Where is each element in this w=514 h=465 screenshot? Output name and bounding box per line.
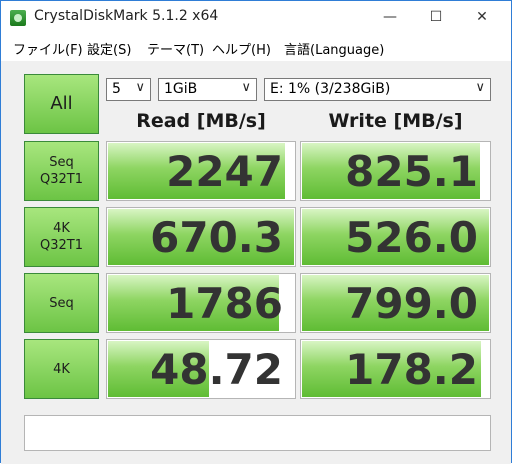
test-label-line2: Q32T1 — [40, 172, 83, 187]
seq-q32t1-button[interactable]: Seq Q32T1 — [24, 141, 99, 201]
chevron-down-icon: ∨ — [241, 80, 251, 95]
test-label-line1: 4K — [53, 361, 70, 377]
drive-select[interactable]: E: 1% (3/238GiB) ∨ — [264, 78, 491, 101]
test-label-line1: Seq — [49, 155, 74, 170]
test-count-value: 5 — [112, 81, 121, 97]
app-disk-icon — [10, 10, 26, 26]
menu-bar: ファイル(F) 設定(S) テーマ(T) ヘルプ(H) 言語(Language) — [1, 34, 511, 61]
write-value: 526.0 — [345, 213, 478, 262]
menu-help[interactable]: ヘルプ(H) — [212, 39, 271, 58]
menu-theme[interactable]: テーマ(T) — [147, 39, 204, 58]
test-label-line1: 4K — [53, 221, 70, 236]
app-window: CrystalDiskMark 5.1.2 x64 — ☐ ✕ ファイル(F) … — [0, 0, 512, 464]
menu-language[interactable]: 言語(Language) — [284, 39, 384, 58]
write-result-4k: 178.2 — [300, 339, 491, 399]
write-value: 178.2 — [345, 345, 478, 394]
read-header: Read [MB/s] — [136, 110, 266, 132]
test-size-value: 1GiB — [164, 81, 198, 97]
read-result-4k: 48.72 — [106, 339, 296, 399]
write-value: 799.0 — [345, 279, 478, 328]
seq-button[interactable]: Seq — [24, 273, 99, 333]
read-result-seq: 1786 — [106, 273, 296, 333]
read-value: 48.72 — [150, 345, 283, 394]
write-header: Write [MB/s] — [328, 110, 463, 132]
write-result-seq-q32t1: 825.1 — [300, 141, 491, 201]
test-count-select[interactable]: 5 ∨ — [106, 78, 151, 101]
test-label-line1: Seq — [49, 295, 74, 311]
menu-settings[interactable]: 設定(S) — [87, 39, 131, 58]
chevron-down-icon: ∨ — [135, 80, 145, 95]
read-value: 670.3 — [150, 213, 283, 262]
write-value: 825.1 — [345, 147, 478, 196]
test-label-line2: Q32T1 — [40, 238, 83, 253]
close-button[interactable]: ✕ — [459, 1, 505, 34]
read-value: 2247 — [166, 147, 283, 196]
4k-q32t1-button[interactable]: 4K Q32T1 — [24, 207, 99, 267]
test-size-select[interactable]: 1GiB ∨ — [158, 78, 257, 101]
4k-button[interactable]: 4K — [24, 339, 99, 399]
comment-field[interactable] — [24, 415, 491, 451]
title-bar[interactable]: CrystalDiskMark 5.1.2 x64 — ☐ ✕ — [1, 1, 511, 34]
write-result-4k-q32t1: 526.0 — [300, 207, 491, 267]
minimize-button[interactable]: — — [367, 1, 413, 34]
chevron-down-icon: ∨ — [475, 80, 485, 95]
read-result-seq-q32t1: 2247 — [106, 141, 296, 201]
main-panel: All 5 ∨ 1GiB ∨ E: 1% (3/238GiB) ∨ Read [… — [1, 61, 511, 464]
all-button[interactable]: All — [24, 74, 99, 134]
read-value: 1786 — [166, 279, 283, 328]
menu-file[interactable]: ファイル(F) — [13, 39, 83, 58]
drive-value: E: 1% (3/238GiB) — [270, 81, 391, 97]
read-result-4k-q32t1: 670.3 — [106, 207, 296, 267]
window-title: CrystalDiskMark 5.1.2 x64 — [34, 8, 219, 24]
write-result-seq: 799.0 — [300, 273, 491, 333]
maximize-button[interactable]: ☐ — [413, 1, 459, 34]
